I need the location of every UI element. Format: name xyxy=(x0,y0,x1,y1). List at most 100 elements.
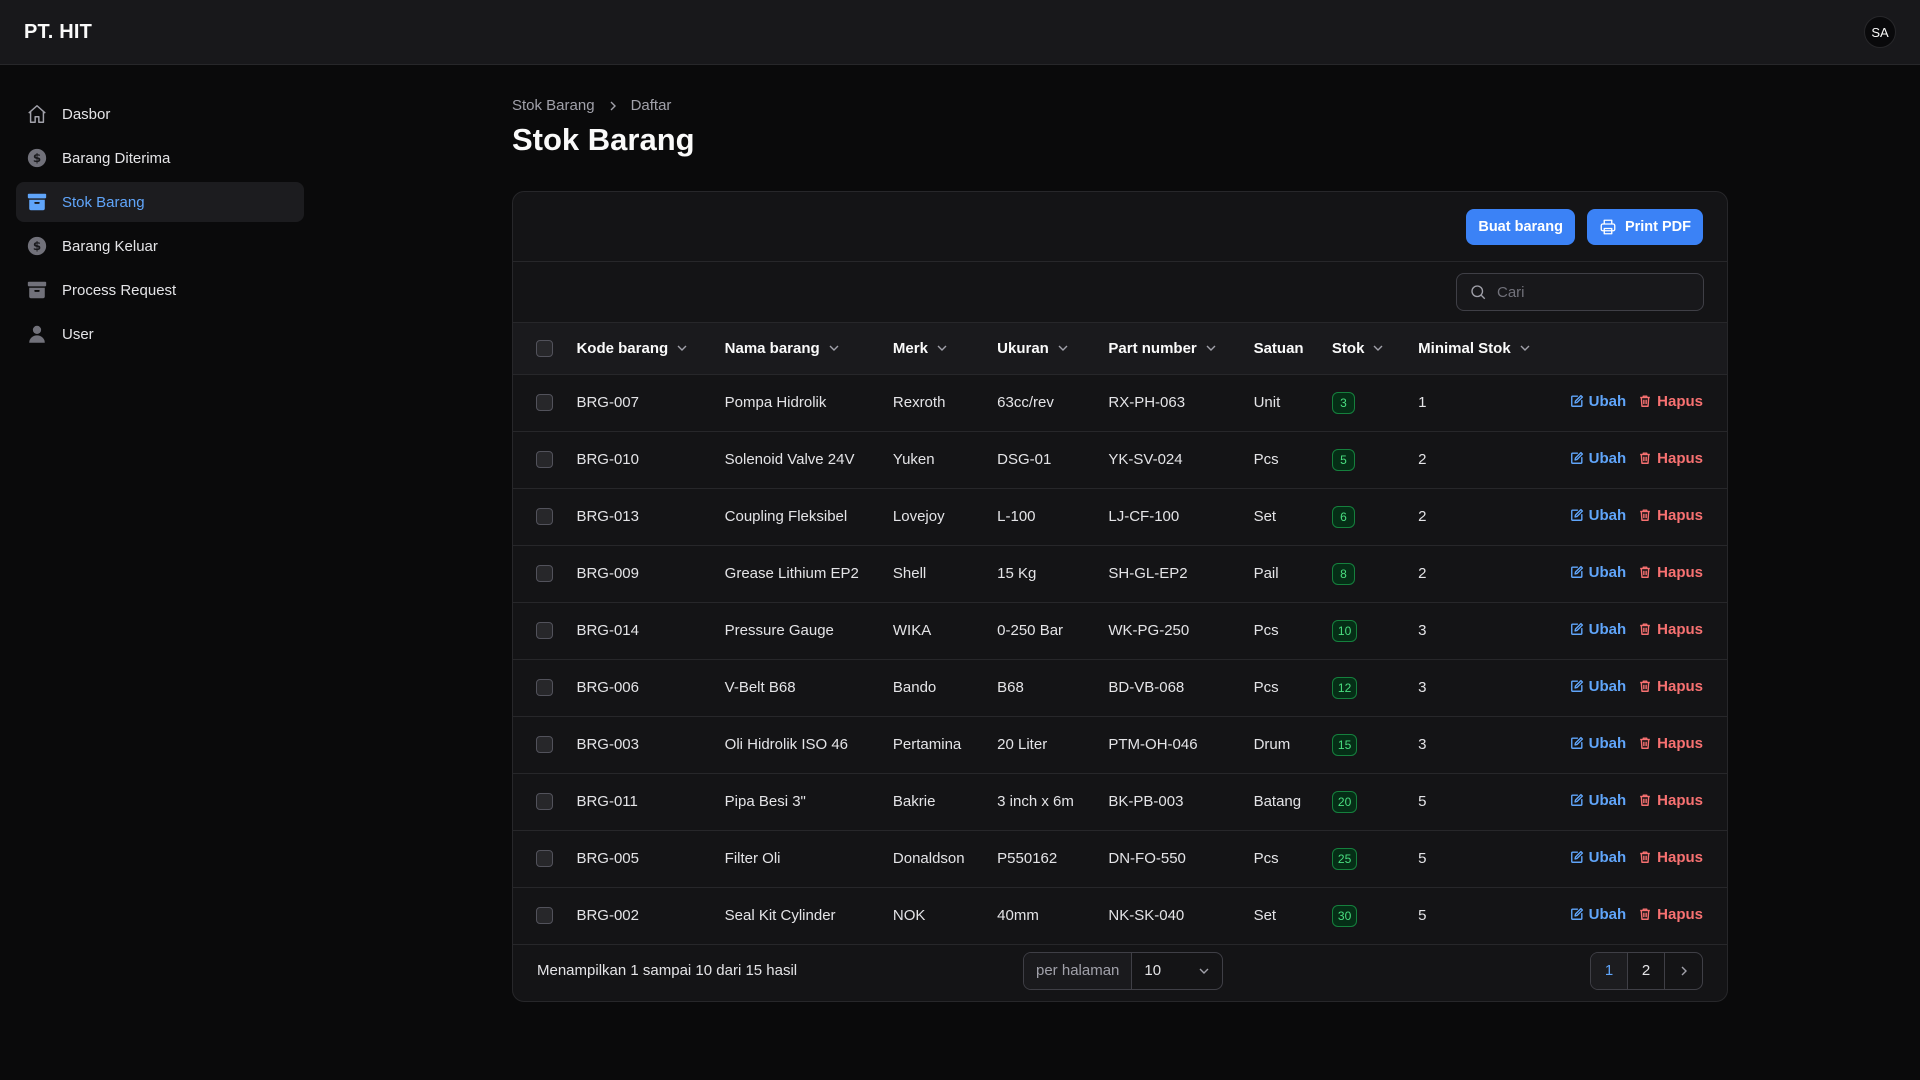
cell-part-number: SH-GL-EP2 xyxy=(1108,565,1188,582)
row-actions: Ubah Hapus xyxy=(1558,602,1727,659)
cell-part-number: BK-PB-003 xyxy=(1108,793,1184,810)
sidebar-item-barang-diterima[interactable]: $ Barang Diterima xyxy=(16,138,304,178)
delete-button[interactable]: Hapus xyxy=(1638,735,1703,752)
row-checkbox[interactable] xyxy=(536,793,553,811)
next-page-button[interactable] xyxy=(1665,953,1702,989)
sidebar-item-stok-barang[interactable]: Stok Barang xyxy=(16,182,304,222)
edit-label: Ubah xyxy=(1588,506,1627,524)
create-item-button[interactable]: Buat barang xyxy=(1466,208,1575,245)
dollar-circle-icon: $ xyxy=(26,147,48,169)
delete-button[interactable]: Hapus xyxy=(1638,678,1703,695)
delete-label: Hapus xyxy=(1657,734,1703,752)
column-header-nama-barang[interactable]: Nama barang xyxy=(725,323,893,374)
cell-part-number: RX-PH-063 xyxy=(1108,394,1186,411)
search-input[interactable] xyxy=(1497,283,1691,301)
sidebar-item-barang-keluar[interactable]: $ Barang Keluar xyxy=(16,226,304,266)
edit-button[interactable]: Ubah xyxy=(1570,906,1626,923)
user-avatar[interactable]: SA xyxy=(1864,16,1896,48)
chevron-down-icon xyxy=(829,345,839,352)
sidebar-item-process-request[interactable]: Process Request xyxy=(16,270,304,310)
row-checkbox[interactable] xyxy=(536,736,553,754)
row-checkbox[interactable] xyxy=(536,622,553,640)
delete-button[interactable]: Hapus xyxy=(1638,507,1703,524)
column-header-ukuran[interactable]: Ukuran xyxy=(997,323,1108,374)
row-actions: Ubah Hapus xyxy=(1558,659,1727,716)
delete-button[interactable]: Hapus xyxy=(1638,849,1703,866)
column-header-part-number[interactable]: Part number xyxy=(1108,323,1253,374)
edit-button[interactable]: Ubah xyxy=(1570,564,1626,581)
sidebar-item-dasbor[interactable]: Dasbor xyxy=(16,94,304,134)
row-checkbox[interactable] xyxy=(536,451,553,469)
cell-ukuran: DSG-01 xyxy=(997,451,1052,468)
edit-button[interactable]: Ubah xyxy=(1570,849,1626,866)
select-all-cell xyxy=(513,323,576,374)
stock-badge: 25 xyxy=(1331,847,1358,870)
delete-button[interactable]: Hapus xyxy=(1638,792,1703,809)
column-header-merk[interactable]: Merk xyxy=(893,323,997,374)
print-pdf-button[interactable]: Print PDF xyxy=(1586,208,1703,245)
delete-button[interactable]: Hapus xyxy=(1638,621,1703,638)
trash-icon xyxy=(1638,793,1652,807)
delete-label: Hapus xyxy=(1657,677,1703,695)
table-row: BRG-007 Pompa Hidrolik Rexroth 63cc/rev RX-P… xyxy=(513,374,1727,431)
per-page-select[interactable]: 10 xyxy=(1132,953,1222,989)
cell-merk: NOK xyxy=(892,907,926,924)
cell-ukuran: 40mm xyxy=(997,907,1039,924)
edit-button[interactable]: Ubah xyxy=(1570,678,1626,695)
chevron-down-icon xyxy=(1206,345,1216,352)
edit-icon xyxy=(1570,565,1584,579)
cell-satuan: Pcs xyxy=(1253,850,1279,867)
column-header-kode-barang[interactable]: Kode barang xyxy=(576,323,724,374)
edit-icon xyxy=(1570,793,1584,807)
delete-button[interactable]: Hapus xyxy=(1638,906,1703,923)
cell-nama-barang: Coupling Fleksibel xyxy=(724,508,848,525)
row-checkbox[interactable] xyxy=(536,850,553,868)
cell-kode-barang: BRG-005 xyxy=(576,850,639,867)
table-footer: Menampilkan 1 sampai 10 dari 15 hasil pe… xyxy=(513,940,1727,1001)
delete-button[interactable]: Hapus xyxy=(1638,450,1703,467)
row-actions: Ubah Hapus xyxy=(1558,887,1727,944)
brand-logo[interactable]: PT. HIT xyxy=(24,21,92,44)
cell-part-number: WK-PG-250 xyxy=(1108,622,1190,639)
row-select-cell xyxy=(513,602,576,659)
breadcrumb-parent[interactable]: Stok Barang xyxy=(512,97,595,114)
breadcrumb: Stok Barang Daftar xyxy=(512,97,671,114)
search-row xyxy=(513,262,1727,323)
edit-button[interactable]: Ubah xyxy=(1570,506,1627,524)
chevron-down-icon xyxy=(937,345,947,352)
delete-button[interactable]: Hapus xyxy=(1638,564,1703,581)
create-item-label: Buat barang xyxy=(1478,218,1563,235)
cell-kode-barang: BRG-003 xyxy=(576,736,639,753)
cell-satuan: Pcs xyxy=(1253,679,1279,696)
select-all-checkbox[interactable] xyxy=(536,340,553,358)
sidebar-item-label: Process Request xyxy=(62,281,177,299)
trash-icon xyxy=(1638,508,1652,522)
edit-icon xyxy=(1570,907,1584,921)
edit-button[interactable]: Ubah xyxy=(1570,393,1626,410)
page-button-1[interactable]: 1 xyxy=(1591,952,1628,989)
row-checkbox[interactable] xyxy=(536,394,553,412)
cell-kode-barang: BRG-002 xyxy=(576,907,639,924)
edit-button[interactable]: Ubah xyxy=(1570,735,1626,752)
row-checkbox[interactable] xyxy=(536,565,553,583)
cell-satuan: Batang xyxy=(1253,793,1302,810)
sidebar-item-user[interactable]: User xyxy=(16,314,304,354)
column-header-stok[interactable]: Stok xyxy=(1332,323,1418,374)
page-button-2[interactable]: 2 xyxy=(1628,952,1665,989)
delete-button[interactable]: Hapus xyxy=(1638,393,1703,410)
edit-button[interactable]: Ubah xyxy=(1570,621,1626,638)
column-header-label: Kode barang xyxy=(576,339,669,357)
delete-label: Hapus xyxy=(1657,620,1703,638)
search-box[interactable] xyxy=(1456,273,1704,311)
row-actions: Ubah Hapus xyxy=(1558,431,1727,488)
row-checkbox[interactable] xyxy=(536,907,553,925)
edit-button[interactable]: Ubah xyxy=(1570,792,1626,809)
table-row: BRG-003 Oli Hidrolik ISO 46 Pertamina 20 Li… xyxy=(513,716,1727,773)
chevron-down-icon xyxy=(1520,345,1530,352)
edit-button[interactable]: Ubah xyxy=(1570,450,1626,467)
archive-box-icon xyxy=(26,279,48,301)
trash-icon xyxy=(1638,622,1652,636)
row-checkbox[interactable] xyxy=(536,679,553,697)
row-checkbox[interactable] xyxy=(536,508,553,526)
column-header-minimal-stok[interactable]: Minimal Stok xyxy=(1418,323,1557,374)
